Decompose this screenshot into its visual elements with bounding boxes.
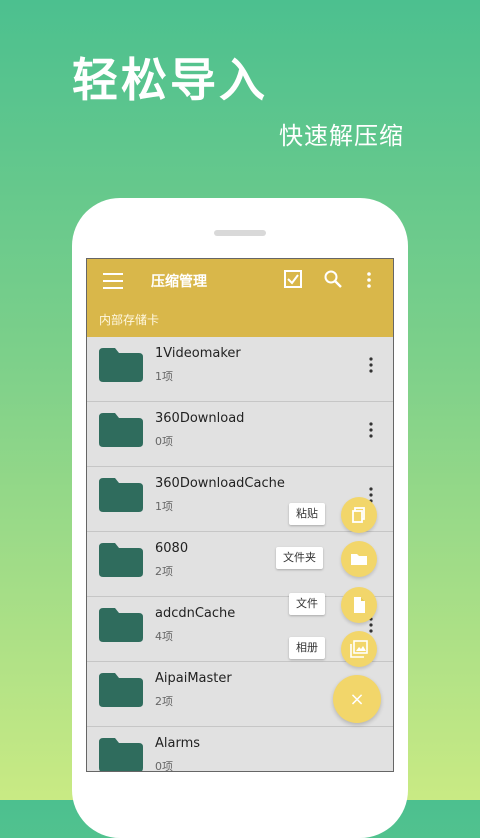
folder-name: Alarms [155,736,201,751]
album-label[interactable]: 相册 [289,637,325,659]
paste-label[interactable]: 粘贴 [289,503,325,525]
item-count: 2项 [155,695,173,708]
folder-name: 360Download [155,411,245,426]
search-icon[interactable] [323,269,343,289]
close-fab-button[interactable]: × [333,675,381,723]
item-count: 1项 [155,370,173,383]
hero-title: 轻松导入 [72,53,268,107]
paste-button[interactable] [341,497,377,533]
folder-icon [351,554,367,565]
storage-breadcrumb[interactable]: 内部存储卡 [99,311,159,328]
folder-name: adcdnCache [155,606,236,621]
app-bar: 压缩管理 内部存储卡 [87,259,393,337]
app-screen: 压缩管理 内部存储卡 1Videomaker 1项 360Download 0项… [86,258,394,772]
item-count: 4项 [155,630,173,643]
new-folder-button[interactable] [341,541,377,577]
paste-icon [352,507,365,523]
folder-name: 1Videomaker [155,346,241,361]
new-file-label[interactable]: 文件 [289,593,325,615]
checkbox-icon[interactable] [283,269,303,289]
folder-icon [99,478,143,512]
folder-name: 360DownloadCache [155,476,285,491]
new-folder-label[interactable]: 文件夹 [276,547,323,569]
close-icon: × [349,688,365,710]
folder-icon [99,543,143,577]
phone-frame: 压缩管理 内部存储卡 1Videomaker 1项 360Download 0项… [72,198,408,838]
hero-subtitle: 快速解压缩 [279,122,404,150]
folder-name: 6080 [155,541,189,556]
folder-icon [99,348,143,382]
folder-icon [99,673,143,707]
more-vert-icon[interactable] [366,271,372,289]
list-item[interactable]: 360Download 0项 [87,402,393,467]
folder-name: AipaiMaster [155,671,232,686]
menu-icon[interactable] [101,271,125,291]
phone-speaker [214,230,266,236]
new-file-button[interactable] [341,587,377,623]
more-vert-icon[interactable] [369,357,373,373]
more-vert-icon[interactable] [369,422,373,438]
list-item[interactable]: Alarms 0项 [87,727,393,772]
item-count: 0项 [155,760,173,772]
file-icon [354,597,365,613]
album-button[interactable] [341,631,377,667]
app-title: 压缩管理 [151,274,207,290]
list-item[interactable]: 1Videomaker 1项 [87,337,393,402]
item-count: 2项 [155,565,173,578]
folder-icon [99,413,143,447]
item-count: 1项 [155,500,173,513]
image-icon [350,640,368,658]
item-count: 0项 [155,435,173,448]
folder-icon [99,608,143,642]
folder-icon [99,738,143,771]
